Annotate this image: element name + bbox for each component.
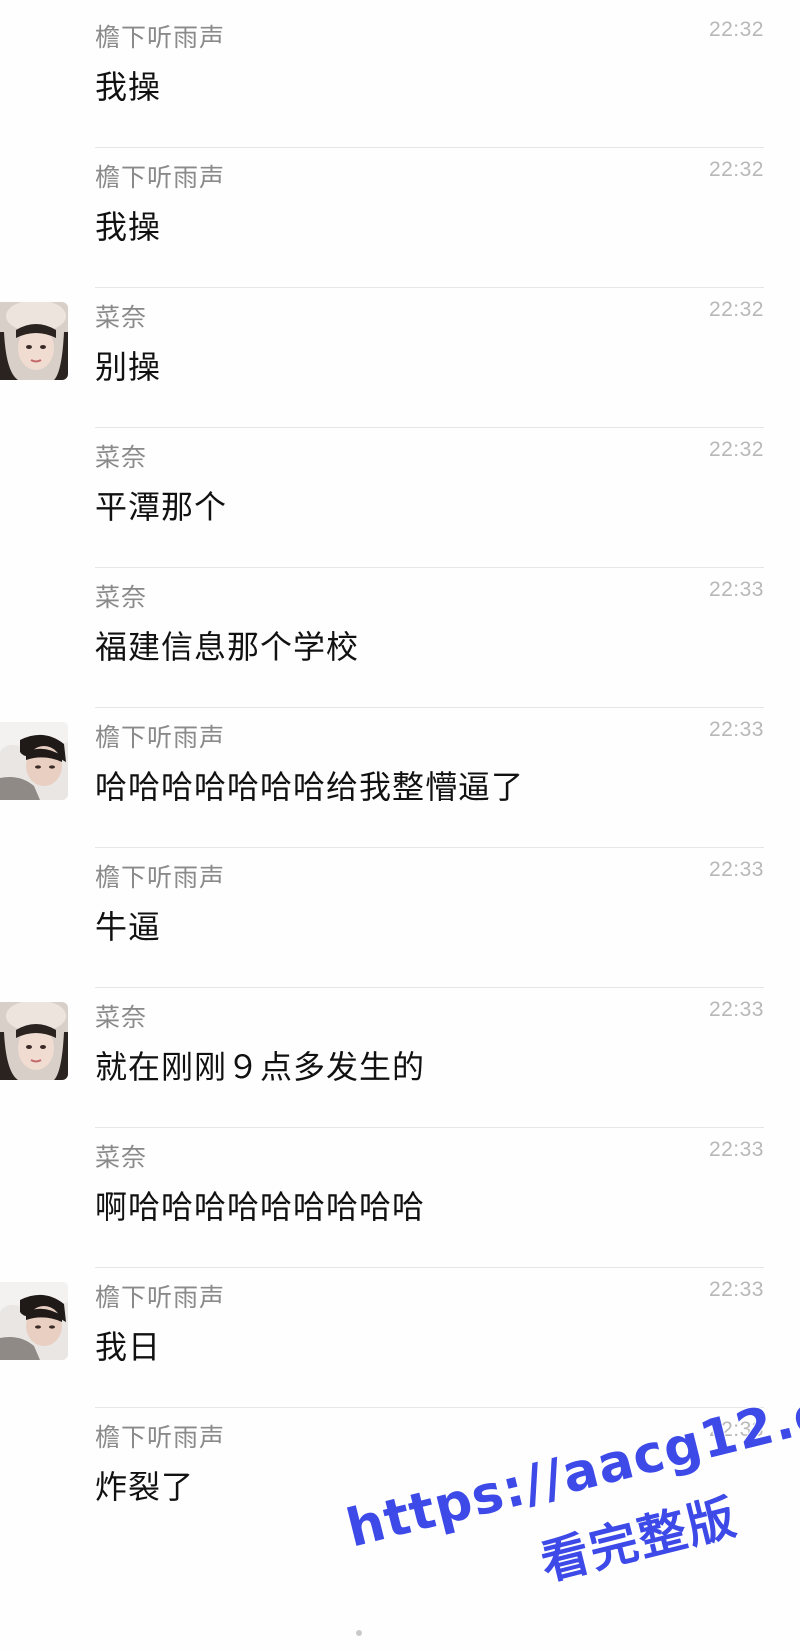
avatar-caina-image	[0, 302, 68, 380]
sender-name[interactable]: 菜奈	[95, 1138, 147, 1174]
sender-name[interactable]: 檐下听雨声	[95, 1418, 225, 1454]
message-text: 就在刚刚９点多发生的	[95, 1048, 426, 1086]
message-text: 平潭那个	[95, 488, 228, 526]
scroll-indicator-dot	[356, 1630, 362, 1636]
sender-name[interactable]: 菜奈	[95, 998, 147, 1034]
sender-name[interactable]: 菜奈	[95, 438, 147, 474]
avatar-yanxia-image	[0, 722, 68, 800]
message-time: 22:33	[708, 998, 764, 1021]
chat-message[interactable]: 檐下听雨声 22:33 我日	[0, 1260, 800, 1408]
message-text: 我日	[95, 1328, 162, 1366]
chat-message[interactable]: 菜奈 22:33 就在刚刚９点多发生的	[0, 980, 800, 1128]
chat-message[interactable]: 檐下听雨声 22:32 我操	[0, 140, 800, 288]
chat-message-list[interactable]: 檐下听雨声 22:32 我操 檐下听雨声 22:32 我操 菜奈 22:32 别…	[0, 0, 800, 1650]
chat-message[interactable]: 檐下听雨声 22:32 我操	[0, 0, 800, 148]
message-text: 哈哈哈哈哈哈哈给我整懵逼了	[95, 768, 525, 806]
message-text: 牛逼	[95, 908, 162, 946]
message-time: 22:32	[708, 438, 764, 461]
message-time: 22:32	[708, 298, 764, 321]
chat-message[interactable]: 檐下听雨声 22:33 牛逼	[0, 840, 800, 988]
chat-message[interactable]: 檐下听雨声 22:33 炸裂了	[0, 1400, 800, 1548]
message-text: 别操	[95, 348, 162, 386]
sender-name[interactable]: 菜奈	[95, 578, 147, 614]
avatar-caina-image	[0, 1002, 68, 1080]
message-time: 22:33	[708, 578, 764, 601]
message-text: 我操	[95, 208, 162, 246]
message-time: 22:32	[708, 18, 764, 41]
message-time: 22:32	[708, 158, 764, 181]
avatar[interactable]	[0, 1002, 68, 1080]
message-text: 炸裂了	[95, 1468, 195, 1506]
message-time: 22:33	[708, 1138, 764, 1161]
chat-message[interactable]: 菜奈 22:33 福建信息那个学校	[0, 560, 800, 708]
message-time: 22:33	[708, 1418, 764, 1441]
chat-message[interactable]: 檐下听雨声 22:33 哈哈哈哈哈哈哈给我整懵逼了	[0, 700, 800, 848]
avatar-yanxia-image	[0, 1282, 68, 1360]
message-text: 福建信息那个学校	[95, 628, 360, 666]
sender-name[interactable]: 檐下听雨声	[95, 1278, 225, 1314]
sender-name[interactable]: 檐下听雨声	[95, 858, 225, 894]
avatar[interactable]	[0, 722, 68, 800]
avatar[interactable]	[0, 302, 68, 380]
sender-name[interactable]: 菜奈	[95, 298, 147, 334]
message-text: 我操	[95, 68, 162, 106]
sender-name[interactable]: 檐下听雨声	[95, 18, 225, 54]
chat-message[interactable]: 菜奈 22:33 啊哈哈哈哈哈哈哈哈哈	[0, 1120, 800, 1268]
sender-name[interactable]: 檐下听雨声	[95, 718, 225, 754]
sender-name[interactable]: 檐下听雨声	[95, 158, 225, 194]
message-time: 22:33	[708, 718, 764, 741]
chat-message[interactable]: 菜奈 22:32 平潭那个	[0, 420, 800, 568]
message-time: 22:33	[708, 858, 764, 881]
message-time: 22:33	[708, 1278, 764, 1301]
message-text: 啊哈哈哈哈哈哈哈哈哈	[95, 1188, 426, 1226]
chat-message[interactable]: 菜奈 22:32 别操	[0, 280, 800, 428]
avatar[interactable]	[0, 1282, 68, 1360]
